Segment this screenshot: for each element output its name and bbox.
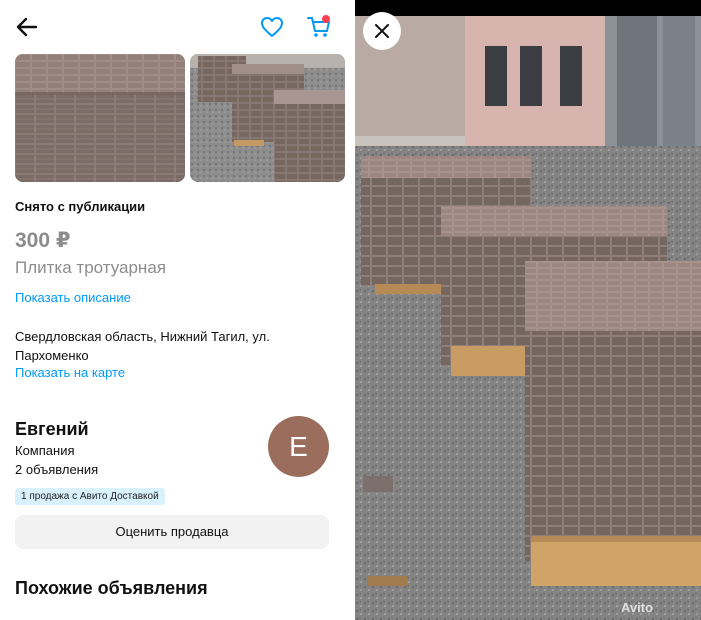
close-icon [375, 24, 389, 38]
listing-address: Свердловская область, Нижний Тагил, ул. … [15, 329, 270, 363]
photo-viewer: Avito [355, 0, 701, 620]
listing-title: Плитка тротуарная [15, 258, 166, 277]
delivery-sales-badge: 1 продажа с Авито Доставкой [15, 488, 165, 505]
seller-listings-count[interactable]: 2 объявления [15, 462, 98, 477]
similar-listings-heading: Похожие объявления [15, 578, 208, 598]
listing-status: Снято с публикации [15, 199, 146, 214]
heart-icon[interactable] [260, 16, 284, 38]
seller-avatar[interactable]: Е [268, 416, 329, 477]
listing-photo-thumbnail-1[interactable] [15, 54, 185, 182]
avito-watermark: Avito [621, 600, 654, 615]
cart-notification-dot [322, 15, 330, 23]
show-description-link[interactable]: Показать описание [15, 290, 131, 305]
close-viewer-button[interactable] [363, 12, 401, 50]
listing-photo-fullscreen[interactable] [355, 16, 701, 620]
listing-price: 300 ₽ [15, 229, 71, 252]
listing-panel: Снято с публикации 300 ₽ Плитка тротуарн… [0, 0, 345, 620]
seller-type: Компания [15, 443, 75, 458]
show-on-map-link[interactable]: Показать на карте [15, 365, 125, 380]
seller-name[interactable]: Евгений [15, 419, 89, 440]
back-arrow-icon[interactable] [14, 14, 40, 40]
rate-seller-button[interactable]: Оценить продавца [15, 515, 329, 549]
top-bar [0, 0, 345, 50]
listing-photo-thumbnail-2[interactable] [190, 54, 345, 182]
